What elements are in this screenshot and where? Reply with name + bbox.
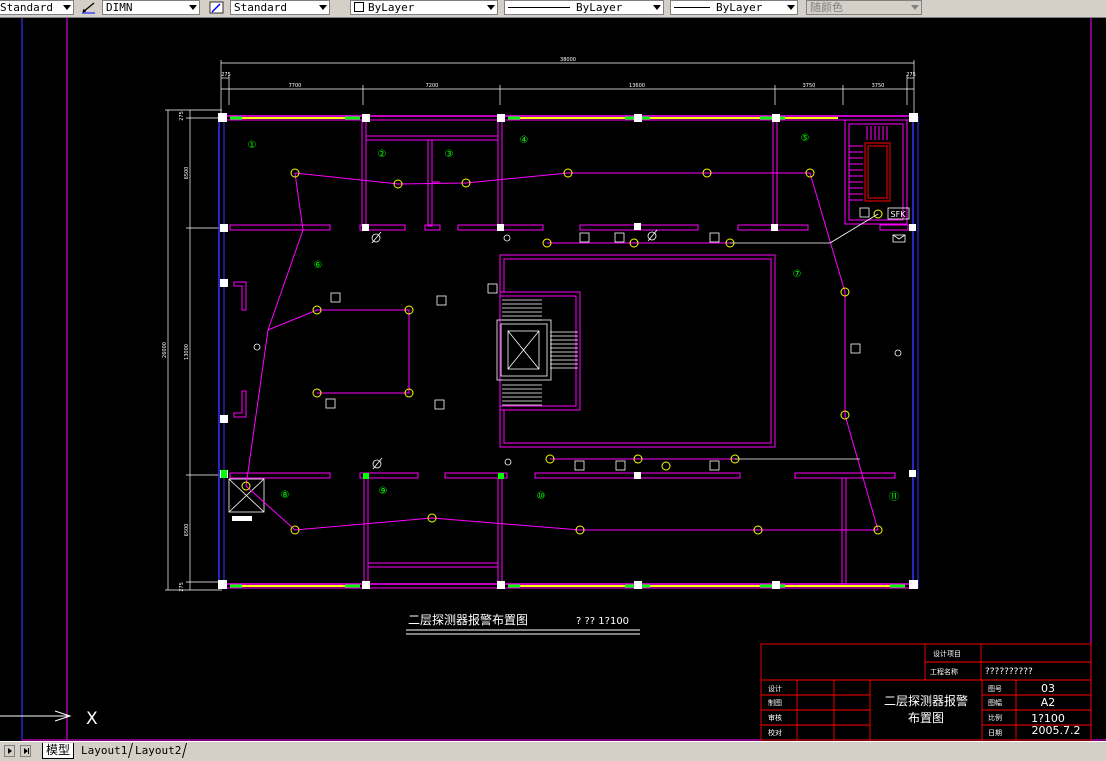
review-label: 审核 (768, 713, 782, 722)
chevron-down-icon (63, 5, 71, 10)
table-style-value: Standard (234, 1, 287, 14)
room-6: ⑥ (314, 260, 323, 271)
drawing-title: 二层探测器报警布置图 (408, 612, 528, 627)
drawing-scale-text: ? ?? 1?100 (576, 616, 629, 627)
dim-style-value: DIMN (106, 1, 133, 14)
dim-seg4: 3750 (803, 83, 816, 89)
room-1: ① (248, 140, 257, 151)
dim-seg5: 3750 (872, 83, 885, 89)
lineweight-value: ByLayer (716, 1, 763, 14)
room-7: ⑦ (793, 269, 802, 280)
top-dimension-text: 38000 7700 7200 13600 3750 3750 275 275 (221, 57, 916, 89)
chevron-down-icon (787, 5, 795, 10)
layout-tab-bar: 模型 Layout1 Layout2 (0, 741, 1106, 761)
design-label: 设计 (768, 684, 782, 693)
text-style-combo[interactable]: Standard (0, 0, 74, 15)
tab-layout1-label: Layout1 (81, 744, 128, 757)
dim-seg2: 7200 (426, 83, 439, 89)
dim-left-seg1: 6500 (184, 167, 190, 180)
layer-value: ByLayer (368, 1, 415, 14)
center-title-line2: 布置图 (908, 711, 944, 725)
dim-left-seg2: 13000 (184, 344, 190, 360)
drawing-no-value: 03 (1041, 682, 1055, 695)
plot-style-value: 随颜色 (810, 1, 843, 14)
dim-total-left: 26000 (162, 342, 168, 358)
date-value: 2005.7.2 (1032, 724, 1081, 737)
room-9: ⑨ (379, 486, 388, 497)
table-style-icon[interactable] (208, 0, 225, 15)
tab-model[interactable]: 模型 (42, 743, 75, 759)
tab-layout2[interactable]: Layout2 (129, 743, 188, 758)
device-symbols (253, 207, 910, 471)
dim-seg1: 7700 (289, 83, 302, 89)
size-value: A2 (1041, 696, 1056, 709)
tab-scroll-last-button[interactable] (20, 745, 31, 757)
room-3: ③ (445, 149, 454, 160)
dim-seg3: 13600 (629, 83, 645, 89)
left-dimensions (165, 109, 222, 591)
tab-layout2-label: Layout2 (135, 744, 182, 757)
size-label: 图幅 (988, 698, 1002, 707)
project-name-label: 工程名称 (930, 667, 958, 676)
linetype-sample-icon (508, 7, 570, 8)
ucs-icon: X (0, 709, 98, 729)
ucs-x-label: X (86, 709, 98, 729)
dim-total-top: 38000 (560, 57, 576, 63)
lineweight-sample-icon (674, 7, 710, 8)
linetype-combo[interactable]: ByLayer (504, 0, 664, 15)
table-style-combo[interactable]: Standard (230, 0, 330, 15)
room-8: ⑧ (281, 490, 290, 501)
chevron-down-icon (189, 5, 197, 10)
chevron-down-icon (487, 5, 495, 10)
plot-style-combo[interactable]: 随颜色 (806, 0, 922, 15)
dim-style-combo[interactable]: DIMN (102, 0, 200, 15)
model-space-canvas[interactable]: 38000 7700 7200 13600 3750 3750 275 275 … (0, 18, 1106, 741)
room-4: ④ (520, 135, 529, 146)
check-label: 校对 (768, 728, 782, 737)
linetype-value: ByLayer (576, 1, 623, 14)
room-11: ⑪ (889, 491, 899, 503)
dim-left-seg3: 6500 (184, 524, 190, 537)
project-name-value: ?????????? (985, 667, 1033, 677)
drawing-no-label: 图号 (988, 685, 1002, 693)
chevron-down-icon (319, 5, 327, 10)
signal-lines (730, 213, 879, 460)
color-swatch-icon (354, 2, 364, 12)
left-dimension-text: 26000 6500 13000 6500 275 275 (162, 111, 190, 592)
chevron-down-icon (653, 5, 661, 10)
dimension-style-icon[interactable] (80, 0, 97, 15)
text-style-value: Standard (0, 1, 53, 14)
center-title-line1: 二层探测器报警 (884, 693, 968, 708)
dim-top-small: 275 (179, 111, 185, 121)
room-2: ② (378, 149, 387, 160)
tab-scroll-next-button[interactable] (4, 745, 15, 757)
layer-color-combo[interactable]: ByLayer (350, 0, 498, 15)
date-label: 日期 (988, 729, 1002, 737)
design-project-label: 设计项目 (933, 649, 961, 658)
dim-bottom-small: 275 (179, 582, 185, 592)
scale-label: 比例 (988, 713, 1002, 722)
draw-label: 制图 (768, 698, 782, 707)
chevron-down-icon (911, 5, 919, 10)
sfk-label: SFK (891, 210, 907, 219)
properties-toolbar: Standard DIMN Standard ByLayer ByLayer B… (0, 0, 1106, 18)
dim-right-small: 275 (906, 72, 916, 78)
room-5: ⑤ (801, 133, 810, 144)
dim-left-small: 275 (221, 72, 231, 78)
lineweight-combo[interactable]: ByLayer (670, 0, 798, 15)
room-10: ⑩ (537, 491, 546, 502)
tab-layout1[interactable]: Layout1 (75, 743, 134, 758)
